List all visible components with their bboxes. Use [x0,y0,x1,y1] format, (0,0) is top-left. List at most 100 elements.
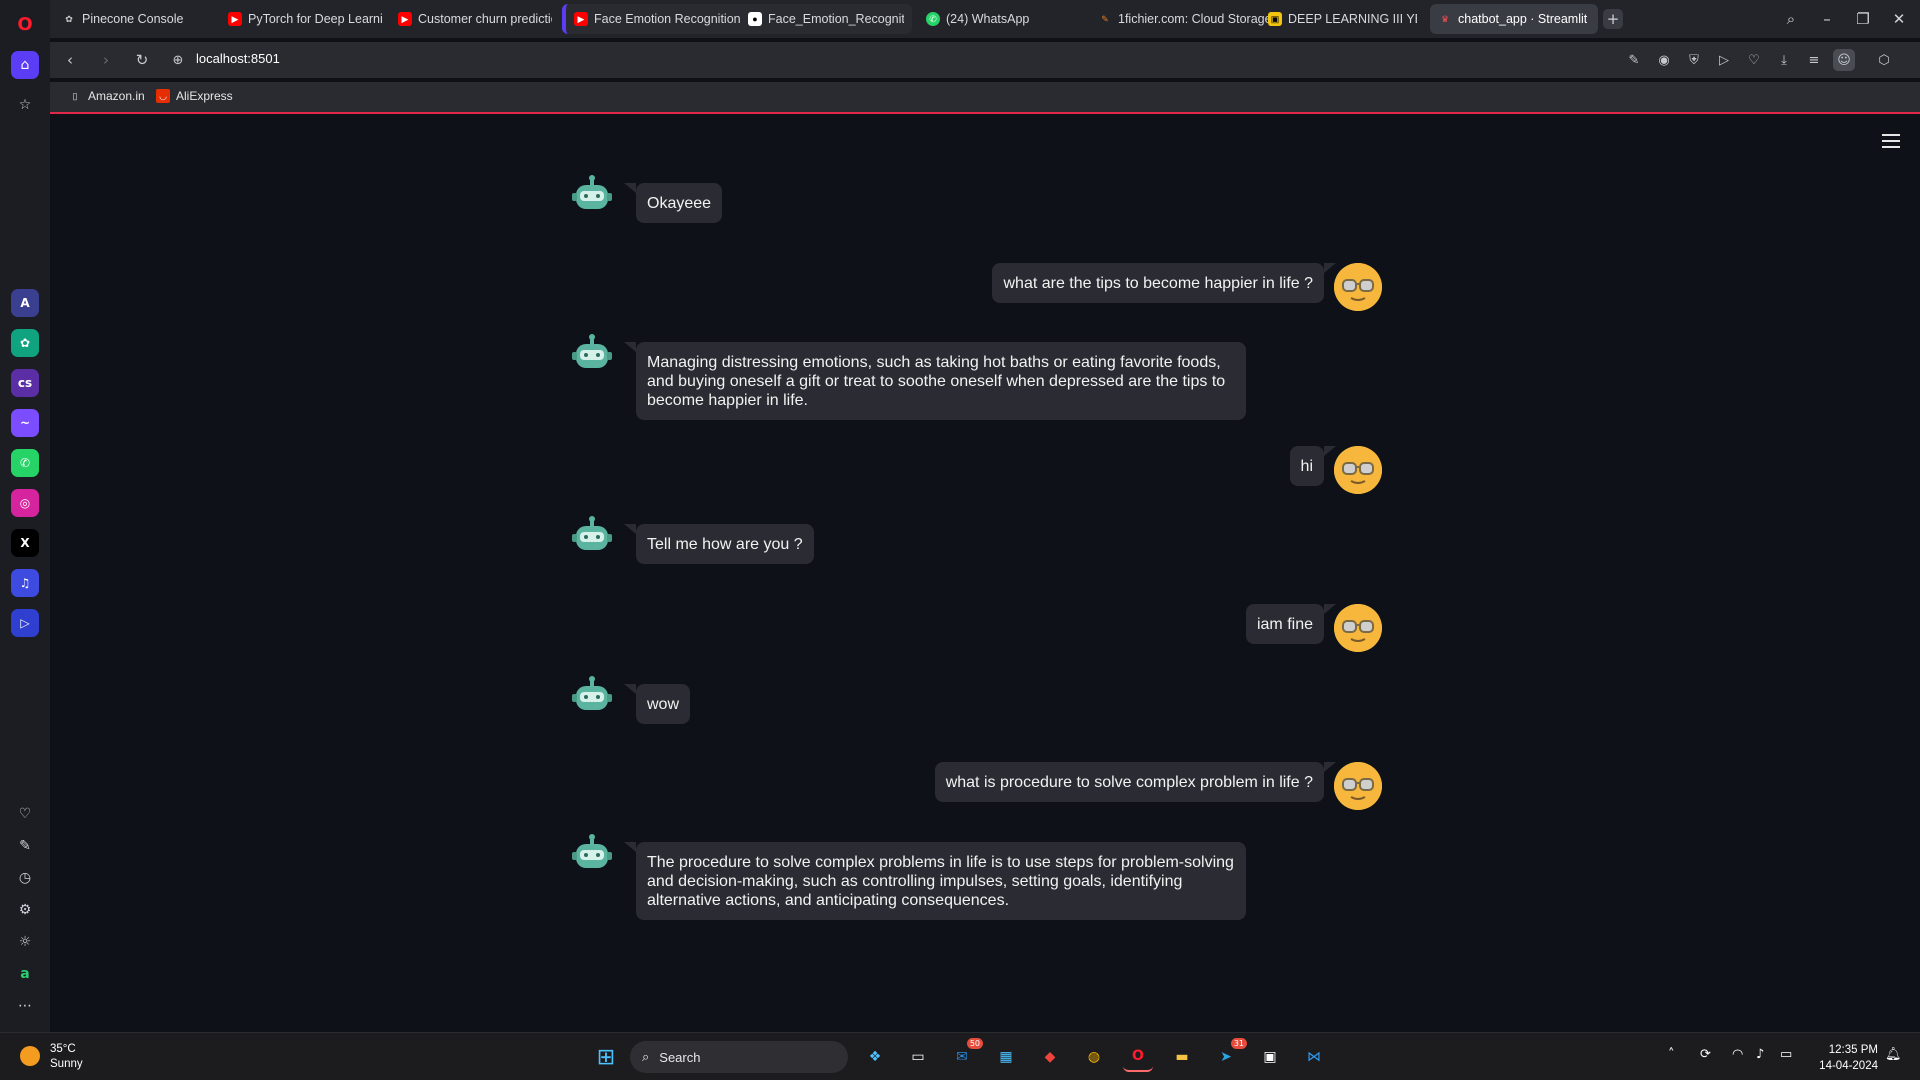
opera-icon[interactable]: O [1123,1042,1153,1072]
youtube-icon: ▶ [228,12,242,26]
edit-page-icon[interactable]: ✎ [1623,49,1645,71]
camera-icon[interactable]: ◉ [1653,49,1675,71]
windows-start-icon[interactable]: ⊞ [591,1042,621,1072]
sunglasses-avatar-icon [1334,762,1382,810]
task-view-icon[interactable]: ▭ [903,1042,933,1072]
forward-button[interactable]: › [94,48,118,72]
github-icon: ● [748,12,762,26]
chevron-up-icon[interactable]: ˄ [1668,1047,1675,1062]
sync-icon[interactable]: ⟳ [1700,1047,1711,1062]
close-window-button[interactable]: ✕ [1886,7,1912,31]
terminal-icon[interactable]: ▣ [1255,1042,1285,1072]
heart-icon[interactable]: ♡ [11,800,39,828]
chatgpt-icon[interactable]: ✿ [11,329,39,357]
message-text: what are the tips to become happier in l… [992,263,1336,303]
account-icon[interactable]: a [11,960,39,988]
weather-widget[interactable]: 35°C Sunny [50,1042,83,1072]
history-icon[interactable]: ◷ [11,864,39,892]
mail-icon[interactable]: ✉ 50 [947,1038,983,1072]
chatsonic-icon[interactable]: cs [11,369,39,397]
instagram-icon[interactable]: ◎ [11,489,39,517]
taskbar-search[interactable]: ⌕ Search [630,1041,848,1073]
site-info-icon[interactable]: ⊕ [168,50,188,70]
player-icon[interactable]: ▷ [11,609,39,637]
message-text: The procedure to solve complex problems … [624,842,1246,920]
star-icon[interactable]: ☆ [11,91,39,119]
minimize-button[interactable]: – [1814,7,1840,31]
url-field[interactable]: localhost:8501 [196,51,280,66]
back-button[interactable]: ‹ [58,48,82,72]
edit-icon[interactable]: ✎ [11,832,39,860]
telegram-icon[interactable]: ➤ 31 [1211,1038,1247,1072]
opera-logo-icon[interactable]: O [11,10,39,38]
tab-deep-learning[interactable]: ▣ DEEP LEARNING III YEAR [1260,4,1425,34]
volume-icon[interactable]: ♪ [1756,1047,1764,1062]
wifi-icon[interactable]: ◠ [1732,1047,1743,1062]
notification-bell-icon[interactable]: 🔔︎ [1885,1047,1902,1062]
main-menu-icon[interactable] [1882,134,1900,148]
anydesk-icon[interactable]: ◆ [1035,1042,1065,1072]
message-text: wow [623,684,691,724]
user-message: what is procedure to solve complex probl… [934,746,1382,810]
file-explorer-icon[interactable]: ▬ [1167,1042,1197,1072]
more-icon[interactable]: ⋯ [11,992,39,1020]
tab-pinecone[interactable]: ✿ Pinecone Console [54,4,214,34]
extensions-icon[interactable]: ⬡ [1873,49,1895,71]
store-icon[interactable]: ▦ [991,1042,1021,1072]
streamlit-app: Okayeee what are the tips to become happi… [56,118,1920,1032]
reload-button[interactable]: ↻ [130,48,154,72]
search-tabs-icon[interactable]: ⌕ [1778,7,1804,31]
restore-button[interactable]: ❐ [1850,7,1876,31]
robot-avatar-icon [568,672,616,720]
tab-bar: ✿ Pinecone Console ▶ PyTorch for Deep Le… [50,0,1920,38]
messenger-icon[interactable]: ~ [11,409,39,437]
chrome-icon[interactable]: ◍ [1079,1042,1109,1072]
tab-chatbot-streamlit[interactable]: ♛ chatbot_app · Streamlit [1430,4,1598,34]
vscode-icon[interactable]: ⋈ [1299,1042,1329,1072]
message-text: Okayeee [623,183,723,223]
user-message: hi [1289,430,1382,494]
1fichier-icon: ✎ [1101,13,1109,24]
youtube-icon: ▶ [398,12,412,26]
tab-churn[interactable]: ▶ Customer churn prediction [390,4,560,34]
message-text: Tell me how are you ? [624,524,814,564]
heart-icon[interactable]: ♡ [1743,49,1765,71]
sunglasses-avatar-icon [1334,263,1382,311]
streamlit-icon: ♛ [1440,13,1450,24]
aria-icon[interactable]: A [11,289,39,317]
widgets-icon[interactable]: ❖ [860,1042,890,1072]
battery-icon[interactable]: ▭ [1780,1047,1792,1062]
new-tab-button[interactable]: + [1603,9,1623,29]
sun-icon [20,1046,40,1066]
menu-icon[interactable]: ≡ [1803,49,1825,71]
settings-icon[interactable]: ⚙ [11,896,39,924]
assistant-message: The procedure to solve complex problems … [568,826,1246,920]
bookmark-amazon[interactable]: ▯ Amazon.in [68,89,145,103]
user-message: iam fine [1245,588,1382,652]
taskbar-clock[interactable]: 12:35 PM 14-04-2024 [1819,1042,1878,1074]
browser-sidebar: O ⌂ ☆ A ✿ cs ~ ✆ ◎ X ♫ ▷ ♡ ✎ ◷ ⚙ ☼ a ⋯ [0,0,50,1032]
profile-icon[interactable]: ☺ [1833,49,1855,71]
tab-whatsapp[interactable]: ✆ (24) WhatsApp [918,4,1088,34]
download-icon[interactable]: ⤓ [1773,49,1795,71]
shield-icon[interactable]: ⛨ [1683,49,1705,71]
user-message: what are the tips to become happier in l… [992,247,1382,311]
sunglasses-avatar-icon [1334,446,1382,494]
whatsapp-icon[interactable]: ✆ [11,449,39,477]
music-icon[interactable]: ♫ [11,569,39,597]
bookmark-aliexpress[interactable]: ◡ AliExpress [156,89,233,103]
assistant-message: wow [568,668,691,724]
assistant-message: Tell me how are you ? [568,508,814,564]
message-text: hi [1289,446,1337,486]
home-icon[interactable]: ⌂ [11,51,39,79]
lightbulb-icon[interactable]: ☼ [11,928,39,956]
search-icon: ⌕ [642,1049,650,1065]
address-bar: ‹ › ↻ ⊕ localhost:8501 ✎ ◉ ⛨ ▷ ♡ ⤓ ≡ ☺ ⬡ [50,42,1920,78]
image-icon: ▣ [1268,12,1282,26]
play-icon[interactable]: ▷ [1713,49,1735,71]
robot-avatar-icon [568,330,616,378]
x-twitter-icon[interactable]: X [11,529,39,557]
tab-face-emotion-github[interactable]: ● Face_Emotion_Recognition [740,4,912,34]
tab-pytorch[interactable]: ▶ PyTorch for Deep Learning [220,4,390,34]
assistant-message: Okayeee [568,167,723,223]
